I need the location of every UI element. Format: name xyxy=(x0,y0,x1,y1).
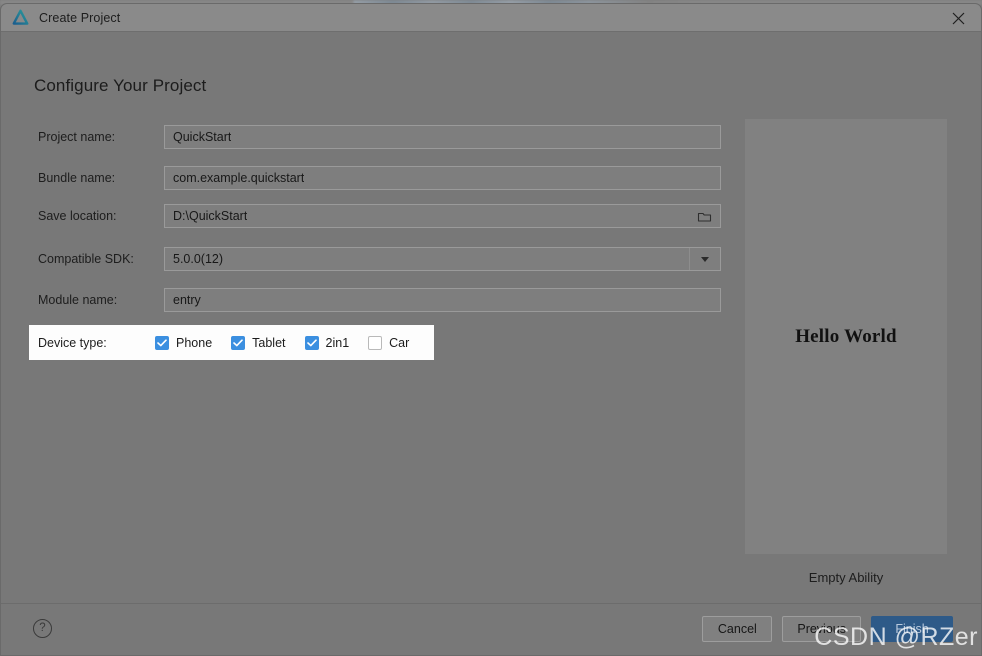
close-glyph xyxy=(952,12,964,24)
device-type-option-car[interactable]: Car xyxy=(368,335,410,350)
form-row-save-location: Save location: D:\QuickStart xyxy=(38,204,721,228)
module-name-input[interactable]: entry xyxy=(164,288,721,312)
checkbox-2in1[interactable] xyxy=(304,335,319,350)
save-location-label: Save location: xyxy=(38,209,117,223)
compatible-sdk-select[interactable]: 5.0.0(12) xyxy=(164,247,721,271)
form-row-compatible-sdk: Compatible SDK: 5.0.0(12) xyxy=(38,247,721,271)
close-icon[interactable] xyxy=(935,4,981,32)
checkbox-car[interactable] xyxy=(368,335,383,350)
bundle-name-input[interactable]: com.example.quickstart xyxy=(164,166,721,190)
dialog-footer: ? Cancel Previous Finish xyxy=(1,603,981,655)
device-type-option-2in1[interactable]: 2in1 xyxy=(304,335,350,350)
dialog-title: Create Project xyxy=(39,10,121,25)
question-mark-icon[interactable]: ? xyxy=(33,619,52,638)
device-type-row: Device type: Phone Tablet 2in1 Car xyxy=(29,325,434,360)
page-title: Configure Your Project xyxy=(34,76,207,95)
check-icon xyxy=(306,338,317,346)
device-type-option-tablet[interactable]: Tablet xyxy=(231,335,286,350)
cancel-button[interactable]: Cancel xyxy=(702,616,773,642)
deveco-triangle-logo-icon xyxy=(12,9,29,25)
folder-browse-icon[interactable] xyxy=(689,205,719,227)
project-name-value: QuickStart xyxy=(173,130,232,144)
footer-button-bar: Cancel Previous Finish xyxy=(702,616,953,642)
device-type-label: Device type: xyxy=(38,335,107,350)
bundle-name-label: Bundle name: xyxy=(38,171,116,185)
checkbox-phone[interactable] xyxy=(155,335,169,350)
device-type-2in1-label: 2in1 xyxy=(325,335,350,350)
preview-caption: Empty Ability xyxy=(808,570,884,585)
device-type-checkbox-group: Phone Tablet 2in1 Car xyxy=(155,335,428,350)
form-row-module-name: Module name: entry xyxy=(38,288,721,312)
device-type-option-phone[interactable]: Phone xyxy=(155,335,213,350)
device-type-tablet-label: Tablet xyxy=(252,335,286,350)
dialog-body: Configure Your Project Project name: Qui… xyxy=(1,32,981,604)
preview-hello-text: Hello World xyxy=(795,325,897,347)
save-location-input[interactable]: D:\QuickStart xyxy=(164,204,721,228)
project-name-input[interactable]: QuickStart xyxy=(164,125,721,149)
module-name-value: entry xyxy=(173,293,201,307)
device-type-car-label: Car xyxy=(389,335,410,350)
folder-glyph xyxy=(697,212,711,222)
compatible-sdk-value: 5.0.0(12) xyxy=(173,252,224,266)
form-row-project-name: Project name: QuickStart xyxy=(38,125,721,149)
checkbox-tablet[interactable] xyxy=(231,335,246,350)
bundle-name-value: com.example.quickstart xyxy=(173,171,305,185)
check-icon xyxy=(157,338,167,346)
caret-glyph xyxy=(700,256,709,262)
save-location-value: D:\QuickStart xyxy=(173,209,248,223)
dialog-titlebar: Create Project xyxy=(1,4,981,32)
create-project-dialog: Create Project Configure Your Project Pr… xyxy=(0,3,982,656)
preview-canvas: Hello World xyxy=(745,119,947,554)
finish-button[interactable]: Finish xyxy=(871,616,953,642)
chevron-down-icon[interactable] xyxy=(689,248,719,270)
template-preview-panel: Hello World Empty Ability xyxy=(745,119,947,585)
form-row-bundle-name: Bundle name: com.example.quickstart xyxy=(38,166,721,190)
module-name-label: Module name: xyxy=(38,293,118,307)
device-type-phone-label: Phone xyxy=(176,335,213,350)
check-icon xyxy=(233,338,243,346)
project-name-label: Project name: xyxy=(38,130,116,144)
compatible-sdk-label: Compatible SDK: xyxy=(38,252,134,266)
previous-button[interactable]: Previous xyxy=(782,616,861,642)
